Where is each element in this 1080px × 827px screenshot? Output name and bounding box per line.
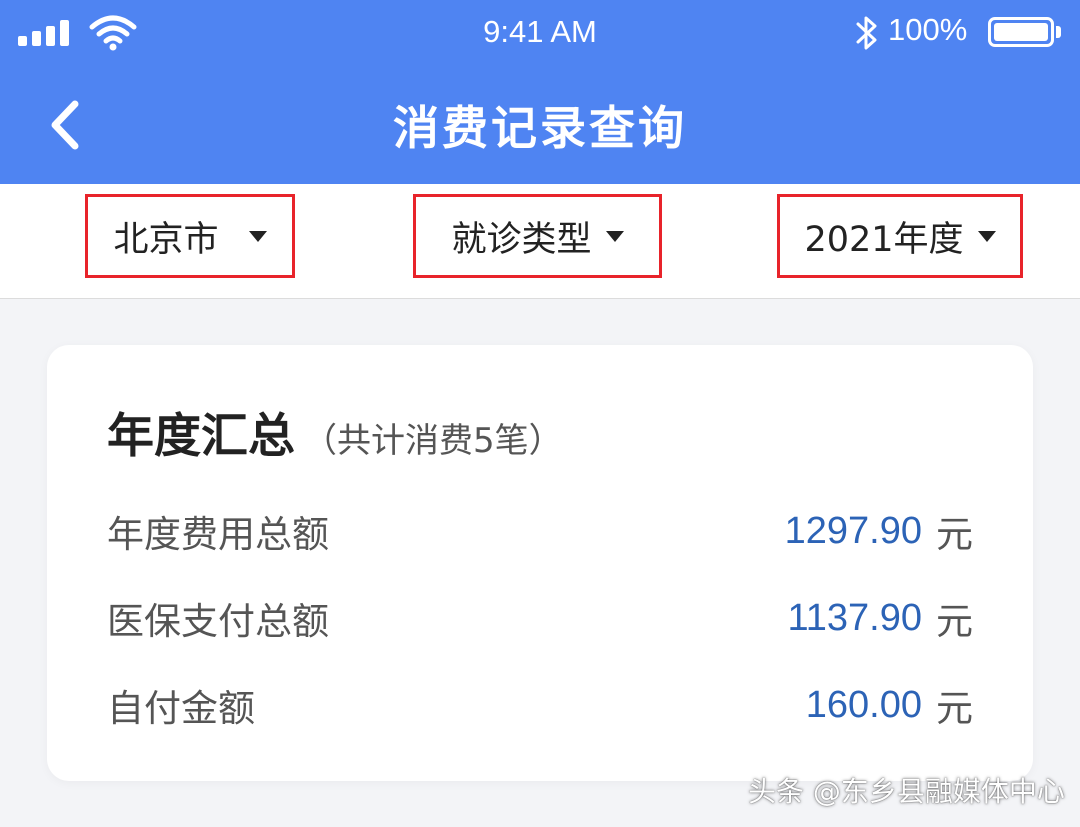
summary-row-insurance: 医保支付总额 1137.90 元 — [107, 588, 973, 648]
bluetooth-icon — [856, 16, 877, 50]
caret-down-icon — [605, 230, 624, 242]
battery-cap — [1056, 26, 1061, 38]
card-header: 年度汇总 （共计消费5笔） — [107, 397, 563, 466]
summary-row-total: 年度费用总额 1297.90 元 — [107, 501, 973, 561]
visit-type-filter-label: 就诊类型 — [451, 219, 592, 260]
summary-row-label: 医保支付总额 — [107, 600, 329, 643]
summary-row-label: 年度费用总额 — [107, 513, 329, 556]
nav-header: 9:41 AM 100% 消费记录查询 — [0, 0, 1080, 184]
summary-row-unit: 元 — [936, 513, 973, 556]
summary-row-amount: 1137.90 元 — [787, 591, 973, 645]
summary-row-unit: 元 — [936, 687, 973, 730]
year-filter-dropdown[interactable]: 2021年度 — [777, 194, 1023, 278]
summary-row-unit: 元 — [936, 600, 973, 643]
summary-row-amount: 1297.90 元 — [785, 504, 973, 558]
summary-row-label: 自付金额 — [107, 687, 255, 730]
summary-row-self-pay: 自付金额 160.00 元 — [107, 675, 973, 735]
battery-icon — [988, 17, 1054, 47]
city-filter-dropdown[interactable]: 北京市 — [85, 194, 295, 278]
status-bar: 9:41 AM 100% — [0, 0, 1080, 64]
battery-percent: 100% — [888, 12, 968, 47]
caret-down-icon — [977, 230, 996, 242]
battery-level — [994, 23, 1048, 41]
caret-down-icon — [248, 230, 267, 242]
annual-summary-card: 年度汇总 （共计消费5笔） 年度费用总额 1297.90 元 医保支付总额 11… — [47, 345, 1033, 781]
summary-row-value: 160.00 — [805, 683, 922, 726]
city-filter-label: 北京市 — [113, 219, 219, 260]
year-filter-label: 2021年度 — [804, 219, 964, 260]
watermark: 头条 @东乡县融媒体中心 — [748, 775, 1065, 808]
filter-bar: 北京市 就诊类型 2021年度 — [0, 184, 1080, 299]
page-title: 消费记录查询 — [393, 101, 687, 155]
visit-type-filter-dropdown[interactable]: 就诊类型 — [413, 194, 662, 278]
card-title: 年度汇总 — [107, 409, 295, 464]
summary-row-value: 1297.90 — [784, 509, 922, 552]
summary-row-value: 1137.90 — [787, 596, 922, 639]
card-subtitle: （共计消费5笔） — [303, 421, 563, 461]
summary-row-amount: 160.00 元 — [806, 678, 973, 732]
